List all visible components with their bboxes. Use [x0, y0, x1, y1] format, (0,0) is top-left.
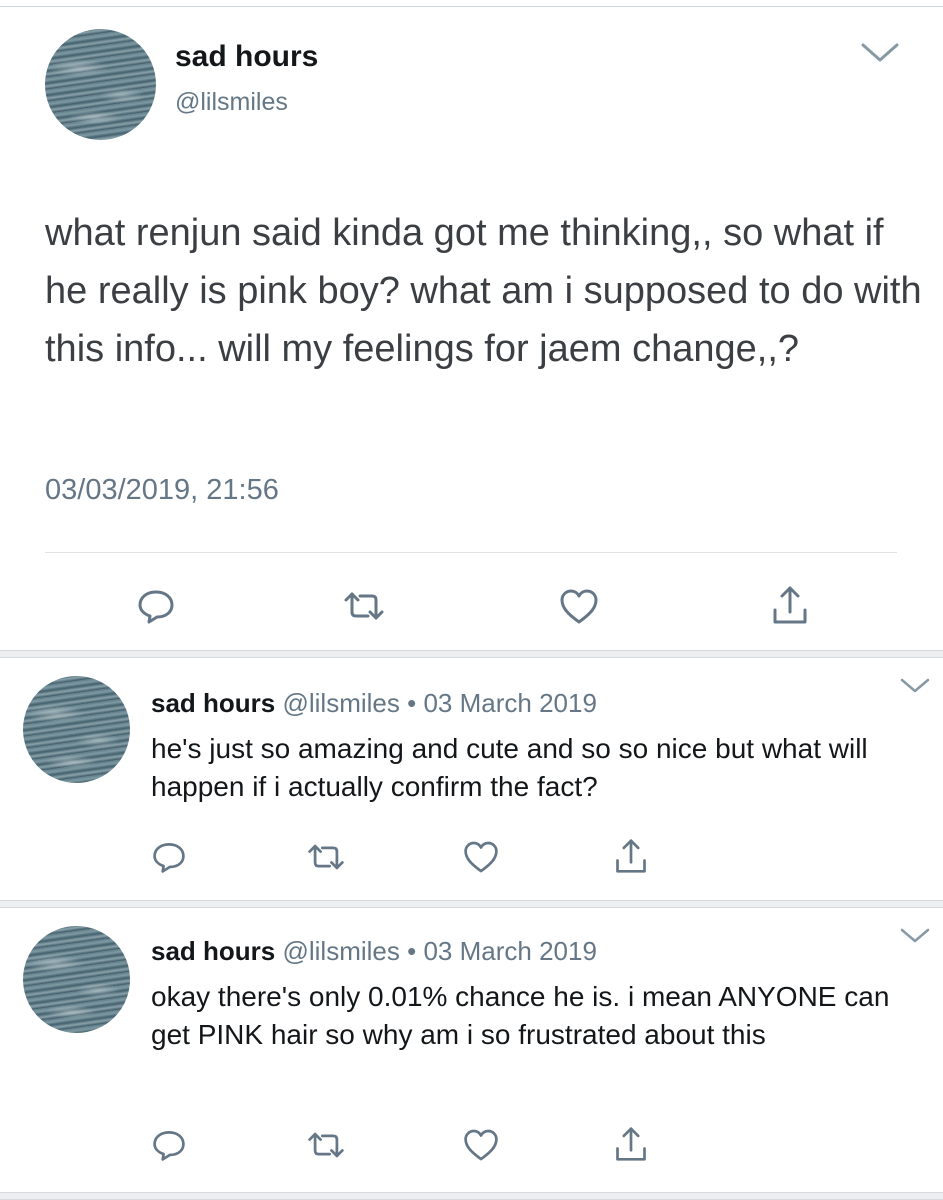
share-icon[interactable]: [770, 584, 810, 626]
user-handle[interactable]: @lilsmiles: [175, 88, 288, 117]
display-name[interactable]: sad hours: [151, 688, 275, 718]
tweet-text: okay there's only 0.01% chance he is. i …: [151, 981, 890, 1050]
retweet-icon[interactable]: [342, 590, 386, 622]
share-icon[interactable]: [613, 1124, 649, 1164]
reply-date[interactable]: 03 March 2019: [423, 936, 596, 966]
chevron-down-icon[interactable]: [900, 928, 930, 944]
reply-header: sad hours @lilsmiles • 03 March 2019: [151, 936, 597, 967]
display-name[interactable]: sad hours: [151, 936, 275, 966]
tweet-text: what renjun said kinda got me thinking,,…: [45, 212, 922, 370]
retweet-icon[interactable]: [306, 842, 346, 872]
user-handle[interactable]: @lilsmiles: [282, 688, 399, 718]
heart-icon[interactable]: [462, 840, 500, 875]
divider: [45, 552, 897, 553]
reply-header: sad hours @lilsmiles • 03 March 2019: [151, 688, 597, 719]
avatar[interactable]: [23, 926, 130, 1033]
tweet-separator: [0, 650, 943, 658]
tweet-text: he's just so amazing and cute and so so …: [151, 733, 868, 802]
tweet-separator: [0, 900, 943, 908]
avatar[interactable]: [45, 29, 156, 140]
chevron-down-icon[interactable]: [900, 678, 930, 694]
meta-separator: •: [407, 936, 417, 966]
reply-date[interactable]: 03 March 2019: [423, 688, 596, 718]
tweet-timestamp[interactable]: 03/03/2019, 21:56: [45, 474, 279, 507]
reply-icon[interactable]: [151, 1128, 187, 1162]
share-icon[interactable]: [613, 836, 649, 876]
reply-icon[interactable]: [136, 588, 176, 624]
retweet-icon[interactable]: [306, 1130, 346, 1160]
top-border: [0, 0, 943, 7]
heart-icon[interactable]: [558, 588, 600, 626]
meta-separator: •: [407, 688, 417, 718]
reply-icon[interactable]: [151, 840, 187, 874]
avatar[interactable]: [23, 676, 130, 783]
chevron-down-icon[interactable]: [860, 42, 900, 64]
tweet-separator: [0, 1192, 943, 1200]
heart-icon[interactable]: [462, 1128, 500, 1163]
user-handle[interactable]: @lilsmiles: [282, 936, 399, 966]
display-name[interactable]: sad hours: [175, 40, 318, 74]
